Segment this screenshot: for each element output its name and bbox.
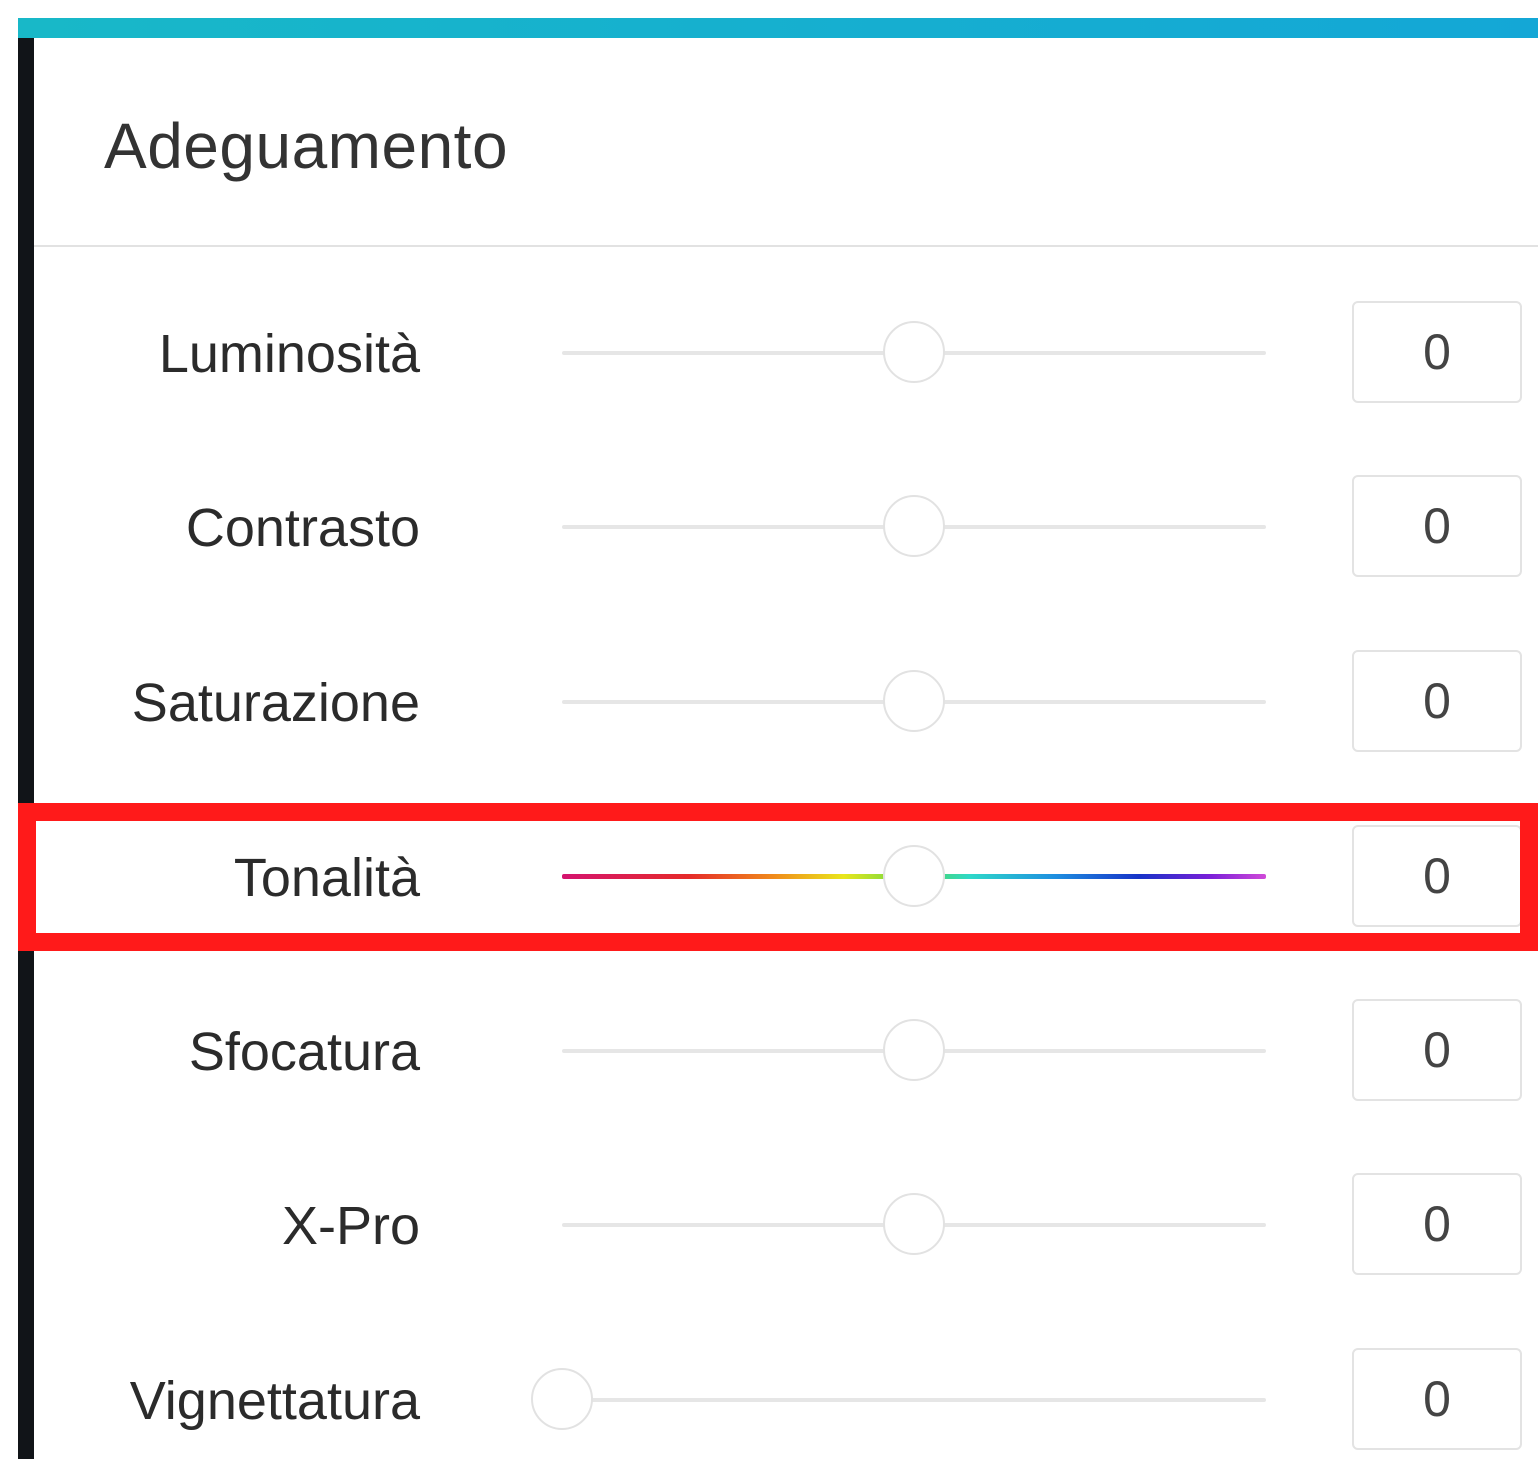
slider-row-saturazione: Saturazione xyxy=(34,641,1538,761)
title-divider xyxy=(34,245,1538,247)
value-input-contrasto[interactable] xyxy=(1352,475,1522,577)
slider-label-saturazione: Saturazione xyxy=(131,673,420,733)
adjustment-panel-screen: Adeguamento Luminosità Contrasto Saturaz… xyxy=(0,0,1538,1459)
slider-row-luminosita: Luminosità xyxy=(34,292,1538,412)
slider-label-contrasto: Contrasto xyxy=(185,498,420,558)
slider-row-tonalita: Tonalità xyxy=(34,816,1538,936)
slider-label-sfocatura: Sfocatura xyxy=(188,1022,420,1082)
slider-thumb-vignettatura[interactable] xyxy=(531,1368,593,1430)
slider-thumb-saturazione[interactable] xyxy=(883,670,945,732)
slider-thumb-luminosita[interactable] xyxy=(883,321,945,383)
value-input-tonalita[interactable] xyxy=(1352,825,1522,927)
top-accent-bar xyxy=(18,18,1538,38)
slider-row-vignettatura: Vignettatura xyxy=(34,1339,1538,1459)
slider-thumb-contrasto[interactable] xyxy=(883,495,945,557)
slider-thumb-sfocatura[interactable] xyxy=(883,1019,945,1081)
value-input-vignettatura[interactable] xyxy=(1352,1348,1522,1450)
value-input-x-pro[interactable] xyxy=(1352,1173,1522,1275)
slider-label-tonalita: Tonalità xyxy=(233,848,420,908)
slider-thumb-tonalita[interactable] xyxy=(883,845,945,907)
slider-row-x-pro: X-Pro xyxy=(34,1164,1538,1284)
slider-row-sfocatura: Sfocatura xyxy=(34,990,1538,1110)
value-input-luminosita[interactable] xyxy=(1352,301,1522,403)
value-input-saturazione[interactable] xyxy=(1352,650,1522,752)
panel-title: Adeguamento xyxy=(104,110,509,182)
slider-label-x-pro: X-Pro xyxy=(281,1196,420,1256)
slider-thumb-x-pro[interactable] xyxy=(883,1193,945,1255)
slider-label-vignettatura: Vignettatura xyxy=(129,1371,420,1431)
slider-row-contrasto: Contrasto xyxy=(34,466,1538,586)
left-edge-strip xyxy=(18,38,34,1459)
slider-track-vignettatura[interactable] xyxy=(562,1398,1266,1402)
value-input-sfocatura[interactable] xyxy=(1352,999,1522,1101)
adjustment-panel: Adeguamento Luminosità Contrasto Saturaz… xyxy=(34,38,1538,1459)
slider-label-luminosita: Luminosità xyxy=(158,324,420,384)
